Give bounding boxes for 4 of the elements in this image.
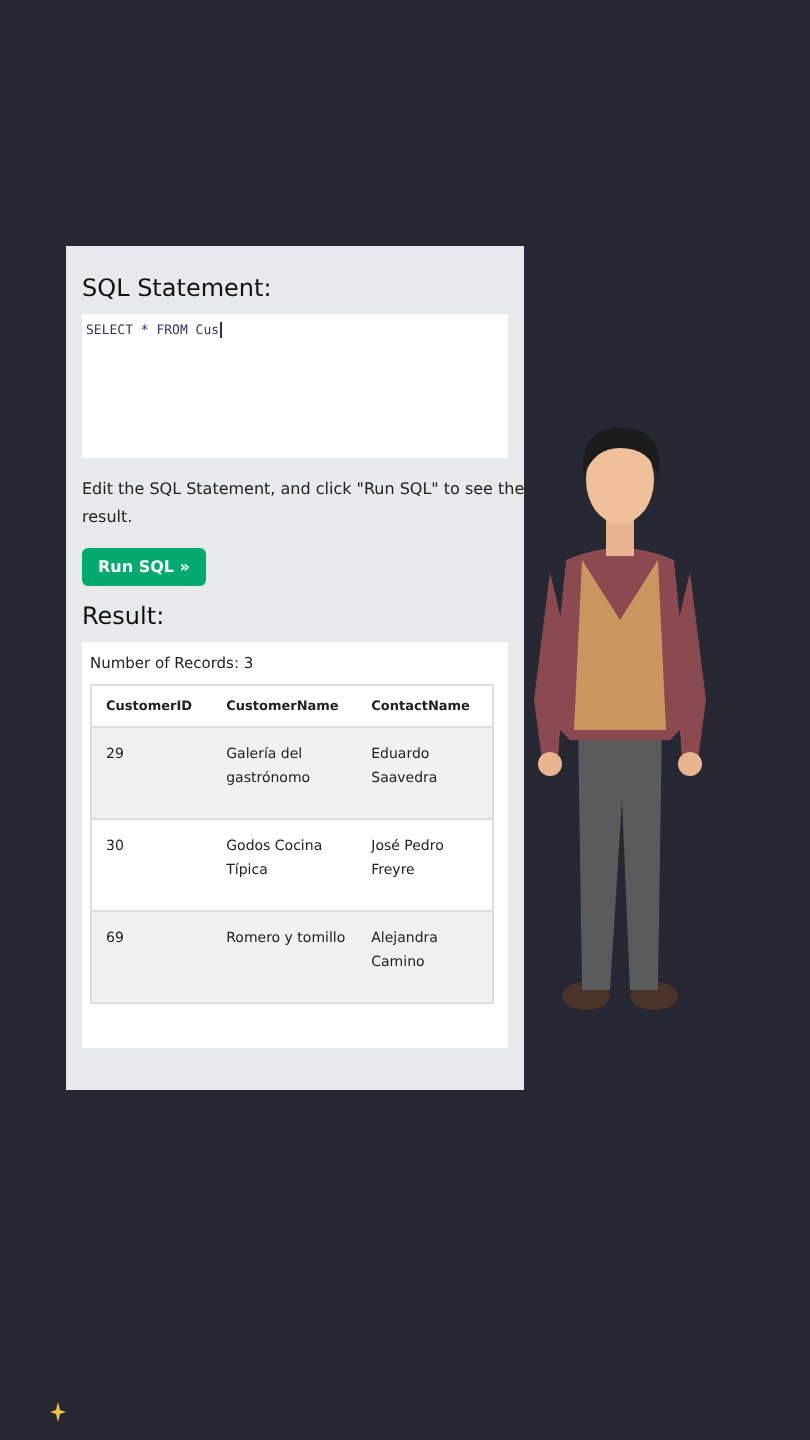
instruction-text: Edit the SQL Statement, and click "Run SQL" to see the result. — [82, 478, 524, 530]
section-heading: Result: — [82, 602, 167, 630]
section-heading: SQL Statement: — [82, 274, 274, 302]
sparkle-icon — [50, 1402, 66, 1422]
